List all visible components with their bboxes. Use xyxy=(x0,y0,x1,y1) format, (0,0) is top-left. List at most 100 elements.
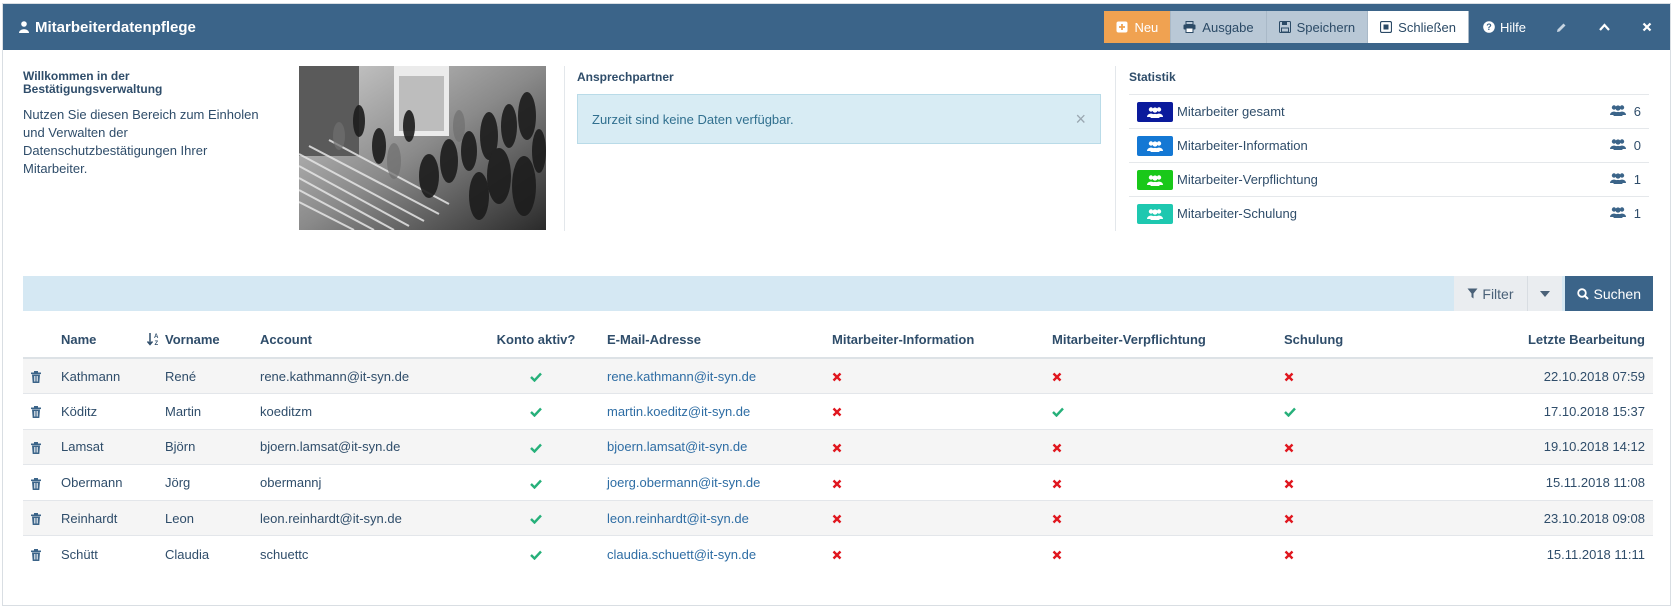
cell-schulung xyxy=(1284,428,1404,465)
trash-icon[interactable] xyxy=(31,406,41,419)
save-button[interactable]: Speichern xyxy=(1266,11,1369,43)
cell-schulung xyxy=(1284,357,1404,394)
cell-verpflichtung xyxy=(1052,464,1284,501)
table-row[interactable]: Obermann Jörg obermannj joerg.obermann@i… xyxy=(23,464,1653,501)
stats-title: Statistik xyxy=(1129,70,1176,84)
cell-name: Reinhardt xyxy=(61,499,165,536)
cell-vorname: Martin xyxy=(165,393,260,430)
stats-panel: Statistik Mitarbeiter gesamt 6 Mitarbeit… xyxy=(1129,70,1649,230)
empty-alert-text: Zurzeit sind keine Daten verfügbar. xyxy=(592,111,794,127)
close-button[interactable]: Schließen xyxy=(1368,11,1469,43)
cell-verpflichtung xyxy=(1052,428,1284,465)
empty-alert: Zurzeit sind keine Daten verfügbar. × xyxy=(577,94,1101,144)
sort-alpha-icon[interactable]: AZ xyxy=(147,332,161,346)
col-email[interactable]: E-Mail-Adresse xyxy=(607,322,832,359)
check-icon xyxy=(530,443,542,454)
cell-name: Schütt xyxy=(61,535,165,572)
users-icon xyxy=(1609,104,1634,119)
check-icon xyxy=(530,514,542,525)
top-panels: Willkommen in der Bestätigungsverwaltung… xyxy=(3,66,1670,236)
filter-dropdown-button[interactable] xyxy=(1527,276,1562,311)
delete-cell[interactable] xyxy=(23,535,61,572)
users-badge-icon xyxy=(1137,203,1173,224)
trash-icon[interactable] xyxy=(31,549,41,562)
table-row[interactable]: Köditz Martin koeditzm martin.koeditz@it… xyxy=(23,393,1653,430)
stat-row[interactable]: Mitarbeiter-Verpflichtung 1 xyxy=(1129,162,1649,196)
cell-letzte: 17.10.2018 15:37 xyxy=(1404,393,1653,430)
search-button[interactable]: Suchen xyxy=(1564,276,1653,311)
svg-text:?: ? xyxy=(1486,22,1492,32)
email-link[interactable]: leon.reinhardt@it-syn.de xyxy=(607,511,749,526)
cell-account: obermannj xyxy=(260,464,465,501)
trash-icon[interactable] xyxy=(31,477,41,490)
chevron-up-icon xyxy=(1599,23,1610,31)
stat-count-wrap: 6 xyxy=(1609,104,1641,119)
users-badge-icon xyxy=(1137,169,1173,190)
edit-button[interactable] xyxy=(1540,11,1583,43)
cross-icon xyxy=(1284,479,1294,488)
delete-cell[interactable] xyxy=(23,357,61,394)
filter-button[interactable]: Filter xyxy=(1454,276,1528,311)
trash-icon[interactable] xyxy=(31,442,41,455)
email-link[interactable]: claudia.schuett@it-syn.de xyxy=(607,547,756,562)
col-verpflichtung[interactable]: Mitarbeiter-Verpflichtung xyxy=(1052,322,1284,359)
trash-icon[interactable] xyxy=(31,513,41,526)
cell-account: leon.reinhardt@it-syn.de xyxy=(260,499,465,536)
alert-close-icon[interactable]: × xyxy=(1075,109,1086,130)
svg-text:A: A xyxy=(154,334,159,340)
check-icon xyxy=(530,479,542,489)
cell-info xyxy=(832,464,1052,501)
cell-email: claudia.schuett@it-syn.de xyxy=(607,535,832,572)
cell-info xyxy=(832,428,1052,465)
help-button[interactable]: ? Hilfe xyxy=(1469,11,1540,43)
trash-icon[interactable] xyxy=(31,371,41,384)
save-icon xyxy=(1278,21,1291,33)
cell-name: Lamsat xyxy=(61,428,165,465)
cross-icon xyxy=(832,479,842,488)
cell-vorname: Björn xyxy=(165,428,260,465)
table-row[interactable]: Schütt Claudia schuettc claudia.schuett@… xyxy=(23,535,1653,572)
search-bar: Filter Suchen xyxy=(23,276,1653,311)
table-row[interactable]: Kathmann René rene.kathmann@it-syn.de re… xyxy=(23,357,1653,394)
stat-row[interactable]: Mitarbeiter-Information 0 xyxy=(1129,128,1649,162)
table-header: Name AZ Vorname Account Konto aktiv? E-M… xyxy=(23,322,1653,359)
delete-cell[interactable] xyxy=(23,499,61,536)
close-window-button[interactable] xyxy=(1626,11,1668,43)
cell-email: bjoern.lamsat@it-syn.de xyxy=(607,428,832,465)
check-icon xyxy=(1052,408,1064,418)
svg-text:Z: Z xyxy=(155,341,159,346)
table-row[interactable]: Reinhardt Leon leon.reinhardt@it-syn.de … xyxy=(23,499,1653,536)
col-konto[interactable]: Konto aktiv? xyxy=(465,322,607,359)
email-link[interactable]: martin.koeditz@it-syn.de xyxy=(607,404,750,419)
stat-label-wrap: Mitarbeiter-Schulung xyxy=(1137,203,1297,224)
email-link[interactable]: joerg.obermann@it-syn.de xyxy=(607,475,760,490)
email-link[interactable]: rene.kathmann@it-syn.de xyxy=(607,369,756,384)
cross-icon xyxy=(832,550,842,560)
collapse-button[interactable] xyxy=(1583,11,1626,43)
email-link[interactable]: bjoern.lamsat@it-syn.de xyxy=(607,439,747,454)
stat-row[interactable]: Mitarbeiter gesamt 6 xyxy=(1129,94,1649,128)
col-account[interactable]: Account xyxy=(260,322,465,359)
delete-cell[interactable] xyxy=(23,393,61,430)
title-bar: Mitarbeiterdatenpflege Neu Ausgabe Speic… xyxy=(3,4,1670,50)
cell-name: Köditz xyxy=(61,393,165,430)
col-letzte[interactable]: Letzte Bearbeitung xyxy=(1404,322,1653,359)
cell-konto xyxy=(465,428,607,465)
new-button[interactable]: Neu xyxy=(1104,11,1172,43)
cross-icon xyxy=(1052,550,1062,560)
cell-verpflichtung xyxy=(1052,357,1284,394)
cell-account: bjoern.lamsat@it-syn.de xyxy=(260,428,465,465)
cell-schulung xyxy=(1284,535,1404,572)
col-name[interactable]: Name AZ xyxy=(61,322,165,359)
divider xyxy=(1115,66,1116,231)
stat-label: Mitarbeiter gesamt xyxy=(1177,104,1285,119)
table-row[interactable]: Lamsat Björn bjoern.lamsat@it-syn.de bjo… xyxy=(23,428,1653,465)
col-info[interactable]: Mitarbeiter-Information xyxy=(832,322,1052,359)
delete-cell[interactable] xyxy=(23,464,61,501)
col-schulung[interactable]: Schulung xyxy=(1284,322,1404,359)
print-button[interactable]: Ausgabe xyxy=(1171,11,1267,43)
stat-row[interactable]: Mitarbeiter-Schulung 1 xyxy=(1129,196,1649,230)
pencil-icon xyxy=(1557,23,1566,32)
col-vorname[interactable]: Vorname xyxy=(165,322,260,359)
delete-cell[interactable] xyxy=(23,428,61,465)
